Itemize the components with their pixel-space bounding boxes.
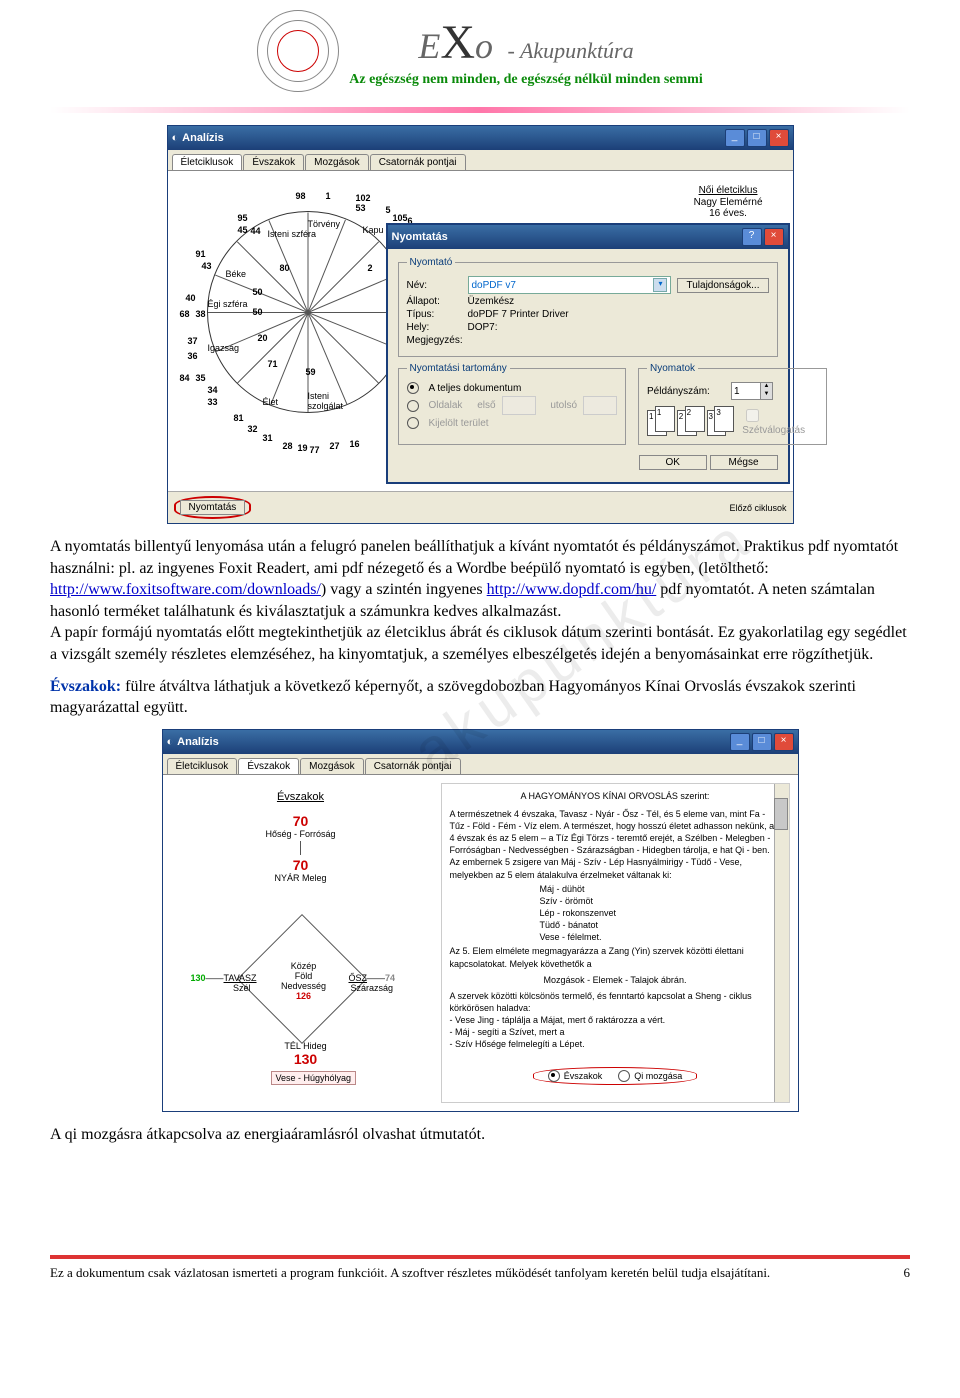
- ok-button[interactable]: OK: [639, 455, 707, 470]
- tab-evszakok[interactable]: Évszakok: [238, 758, 299, 774]
- page-number: 6: [904, 1265, 911, 1281]
- status-text: Előző ciklusok: [729, 503, 786, 513]
- minimize-button[interactable]: _: [730, 733, 750, 751]
- print-button[interactable]: Nyomtatás: [180, 500, 246, 515]
- organ-box: Vese - Húgyhólyag: [271, 1071, 357, 1085]
- range-to-input: [583, 396, 617, 415]
- dialog-close-button[interactable]: ×: [764, 228, 784, 246]
- properties-button[interactable]: Tulajdonságok...: [677, 278, 768, 293]
- chevron-down-icon: ▾: [653, 278, 667, 292]
- page-header: EXo - Akupunktúra Az egészség nem minden…: [50, 0, 910, 103]
- tab-mozgasok[interactable]: Mozgások: [305, 154, 369, 170]
- close-button[interactable]: ×: [769, 129, 789, 147]
- range-from-input: [502, 396, 536, 415]
- print-button-highlight: Nyomtatás: [174, 496, 252, 519]
- tab-strip: Életciklusok Évszakok Mozgások Csatornák…: [168, 150, 793, 171]
- paragraph-2: Évszakok: fülre átváltva láthatjuk a köv…: [50, 676, 910, 719]
- header-rule: [50, 107, 910, 113]
- foxit-link[interactable]: http://www.foxitsoftware.com/downloads/: [50, 581, 321, 598]
- copies-fieldset: Nyomatok Példányszám: ▲▼ 1 1: [638, 363, 827, 445]
- scrollbar[interactable]: [774, 784, 789, 1102]
- printer-comment-label: Megjegyzés:: [407, 335, 463, 346]
- tab-mozgasok[interactable]: Mozgások: [300, 758, 364, 774]
- description-textbox[interactable]: A HAGYOMÁNYOS KÍNAI ORVOSLÁS szerint: A …: [441, 783, 790, 1103]
- cancel-button[interactable]: Mégse: [710, 455, 778, 470]
- dialog-title: Nyomtatás: [392, 231, 448, 243]
- tab-eletciklusok[interactable]: Életciklusok: [167, 758, 238, 774]
- printer-where: DOP7:: [468, 322, 498, 333]
- maximize-button[interactable]: □: [747, 129, 767, 147]
- tab-csatornak[interactable]: Csatornák pontjai: [370, 154, 466, 170]
- logo-text: EXo - Akupunktúra: [349, 15, 702, 70]
- close-button[interactable]: ×: [774, 733, 794, 751]
- analysis-window-1: ◐Analízis _ □ × Életciklusok Évszakok Mo…: [167, 125, 794, 524]
- print-dialog: Nyomtatás ? × Nyomtató Név: doPDF v7▾: [386, 223, 790, 484]
- tab-csatornak[interactable]: Csatornák pontjai: [365, 758, 461, 774]
- range-pages-radio[interactable]: [407, 400, 419, 412]
- page-footer: Ez a dokumentum csak vázlatosan ismertet…: [50, 1255, 910, 1281]
- minimize-button[interactable]: _: [725, 129, 745, 147]
- analysis-window-2: ◐Analízis _ □ × Életciklusok Évszakok Mo…: [162, 729, 799, 1112]
- window-title: Analízis: [177, 736, 219, 748]
- view-mode-radios: Évszakok Qi mozgása: [533, 1067, 698, 1086]
- tagline: Az egészség nem minden, de egészség nélk…: [349, 72, 702, 88]
- tab-eletciklusok[interactable]: Életciklusok: [172, 154, 243, 170]
- paragraph-1: A nyomtatás billentyű lenyomása után a f…: [50, 536, 910, 666]
- range-all-radio[interactable]: [407, 382, 419, 394]
- printer-state: Üzemkész: [468, 296, 515, 307]
- seasons-diagram: Évszakok 70 Hőség - Forróság 70 NYÁR Mel…: [171, 783, 431, 1103]
- printer-name-label: Név:: [407, 280, 462, 291]
- range-selection-radio[interactable]: [407, 417, 419, 429]
- copies-spin[interactable]: ▲▼: [731, 382, 773, 400]
- collate-checkbox: [746, 409, 759, 422]
- tab-evszakok[interactable]: Évszakok: [243, 154, 304, 170]
- printer-type: doPDF 7 Printer Driver: [468, 309, 569, 320]
- maximize-button[interactable]: □: [752, 733, 772, 751]
- paragraph-3: A qi mozgásra átkapcsolva az energiaáram…: [50, 1124, 910, 1146]
- qi-radio[interactable]: [618, 1070, 630, 1082]
- printer-select[interactable]: doPDF v7▾: [468, 276, 672, 294]
- titlebar: ◐Analízis _ □ ×: [168, 126, 793, 150]
- app-icon: ◐: [172, 132, 179, 144]
- subject-info: Női életciklus Nagy Elemérné 16 éves.: [694, 185, 763, 219]
- logo-icon: [257, 10, 339, 92]
- printer-fieldset: Nyomtató Név: doPDF v7▾ Tulajdonságok...…: [398, 257, 778, 357]
- range-fieldset: Nyomtatási tartomány A teljes dokumentum…: [398, 363, 627, 445]
- dopdf-link[interactable]: http://www.dopdf.com/hu/: [487, 581, 657, 598]
- evszakok-radio[interactable]: [548, 1070, 560, 1082]
- app-icon: ◐: [167, 736, 174, 748]
- help-button[interactable]: ?: [742, 228, 762, 246]
- window-title: Analízis: [182, 132, 224, 144]
